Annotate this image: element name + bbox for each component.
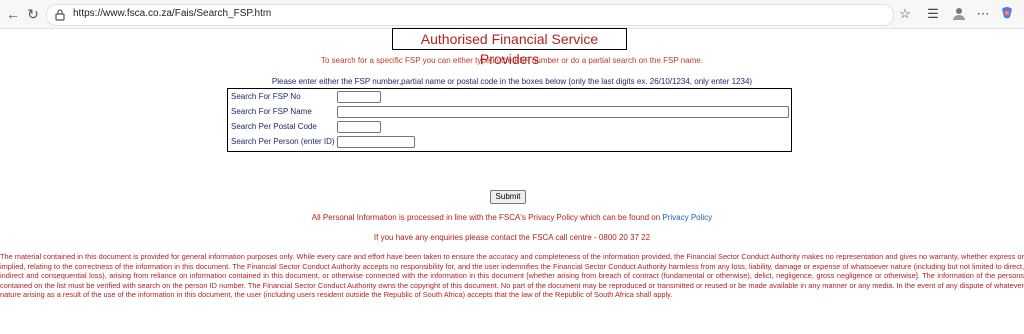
person-id-label: Search Per Person (enter ID) [231, 137, 335, 146]
disclaimer-text: The material contained in this document … [0, 252, 1024, 300]
submit-button[interactable]: Submit [490, 190, 526, 204]
url-text: https://www.fsca.co.za/Fais/Search_FSP.h… [73, 8, 272, 19]
postal-code-input[interactable] [337, 121, 381, 133]
page-title-box: Authorised Financial Service Providers [392, 28, 627, 67]
privacy-notice: All Personal Information is processed in… [0, 213, 1024, 222]
search-instruction: To search for a specific FSP you can eit… [321, 56, 703, 65]
profile-avatar-icon[interactable] [950, 5, 968, 23]
person-id-input[interactable] [337, 136, 415, 148]
site-info-icon[interactable] [53, 8, 67, 22]
fsp-no-row: Search For FSP No [228, 89, 791, 104]
fsp-no-input[interactable] [337, 91, 381, 103]
address-bar[interactable]: https://www.fsca.co.za/Fais/Search_FSP.h… [46, 4, 894, 26]
fsp-no-label: Search For FSP No [231, 92, 301, 101]
copilot-icon[interactable] [998, 5, 1016, 23]
fsp-name-input[interactable] [337, 106, 789, 118]
back-icon[interactable]: ← [4, 5, 22, 23]
favorite-star-icon[interactable]: ☆ [897, 5, 913, 23]
search-form: Search For FSP No Search For FSP Name Se… [227, 88, 792, 152]
enquiry-notice: If you have any enquiries please contact… [373, 233, 651, 242]
more-options-icon[interactable]: ⋯ [975, 5, 991, 23]
fsp-name-row: Search For FSP Name [228, 104, 791, 119]
favorites-list-icon[interactable]: ☰ [925, 5, 941, 23]
privacy-text: All Personal Information is processed in… [311, 213, 661, 222]
fsp-name-label: Search For FSP Name [231, 107, 312, 116]
search-prompt: Please enter either the FSP number,parti… [271, 77, 753, 86]
privacy-policy-link[interactable]: Privacy Policy [662, 213, 712, 222]
postal-code-row: Search Per Postal Code [228, 119, 791, 134]
browser-toolbar: ← ↻ https://www.fsca.co.za/Fais/Search_F… [0, 0, 1024, 29]
reload-icon[interactable]: ↻ [24, 5, 42, 23]
postal-code-label: Search Per Postal Code [231, 122, 317, 131]
person-id-row: Search Per Person (enter ID) [228, 134, 791, 149]
